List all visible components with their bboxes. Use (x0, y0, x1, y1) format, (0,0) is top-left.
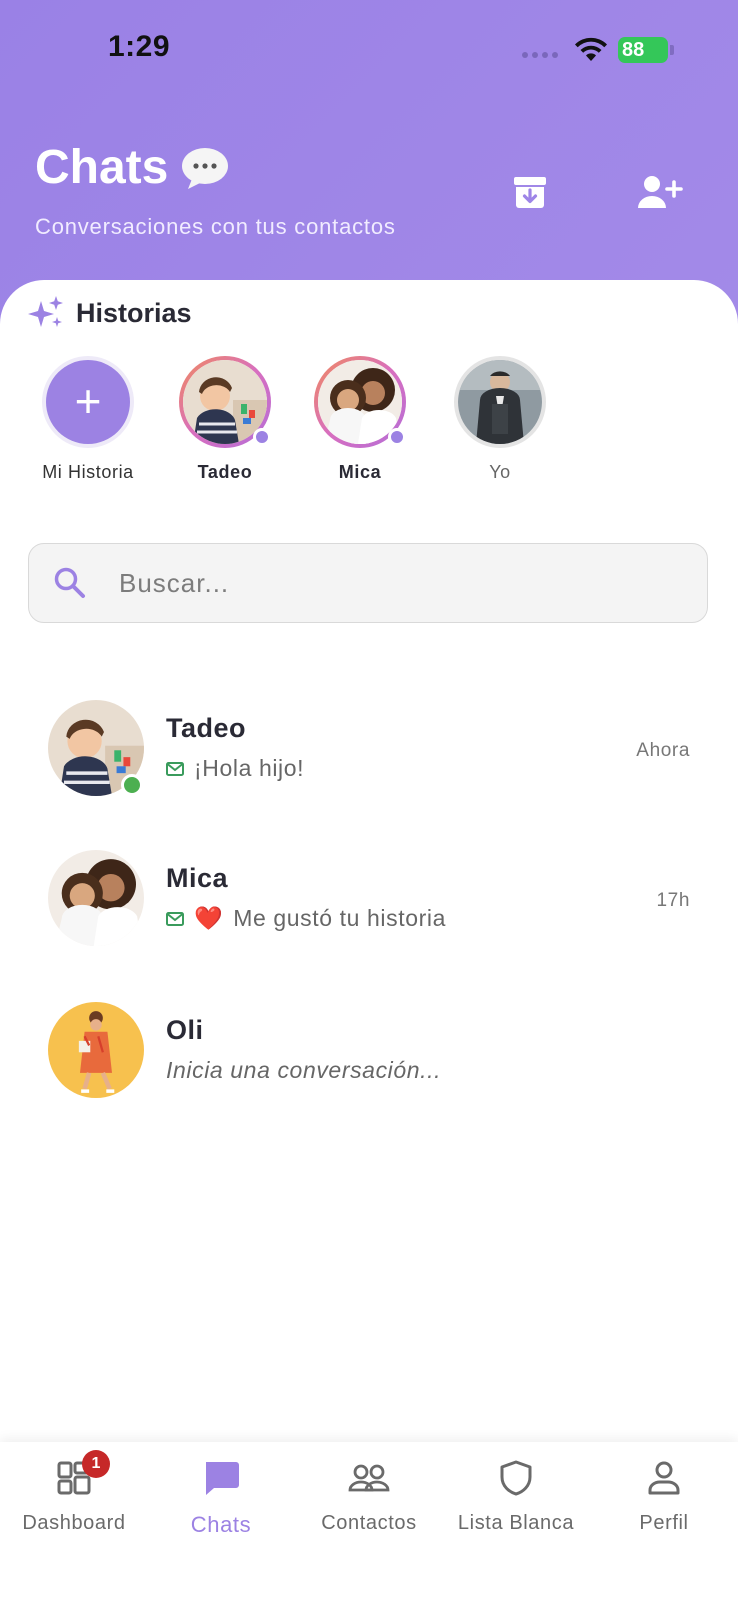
status-bar: 1:29 88 (0, 0, 738, 100)
chat-row-oli[interactable]: Oli Inicia una conversación... (0, 997, 738, 1107)
add-contact-button[interactable] (636, 170, 684, 214)
cellular-signal-icon (522, 52, 558, 58)
mail-icon (166, 761, 184, 776)
story-label: Yo (489, 462, 511, 482)
wifi-icon (575, 37, 607, 61)
chat-row-mica[interactable]: Mica ❤️ Me gustó tu historia 17h (0, 845, 738, 955)
page-title: Chats (35, 141, 169, 194)
unseen-story-dot (253, 428, 271, 446)
avatar (48, 850, 144, 946)
search-icon (54, 567, 85, 598)
chat-time: Ahora (636, 740, 690, 761)
chat-icon (206, 1462, 239, 1495)
notification-badge: 1 (82, 1450, 110, 1478)
shield-icon (500, 1460, 532, 1496)
archive-button[interactable] (506, 170, 554, 214)
story-label: Mi Historia (42, 462, 134, 482)
chat-preview: Inicia una conversación... (166, 1057, 441, 1084)
story-yo[interactable]: Yo (430, 356, 570, 483)
nav-contactos[interactable]: Contactos (295, 1456, 443, 1535)
nav-chats[interactable]: Chats (147, 1456, 295, 1538)
chat-preview-text: Me gustó tu historia (233, 905, 446, 931)
plus-icon: + (46, 360, 130, 444)
story-add[interactable]: + Mi Historia (18, 356, 158, 483)
heart-emoji: ❤️ (194, 905, 224, 931)
stories-title: Historias (76, 297, 192, 328)
nav-label: Chats (190, 1512, 252, 1537)
chat-row-tadeo[interactable]: Tadeo ¡Hola hijo! Ahora (0, 695, 738, 805)
stories-header: Historias (28, 295, 192, 331)
search-input[interactable] (117, 566, 661, 600)
contacts-icon (348, 1464, 390, 1492)
nav-label: Lista Blanca (457, 1512, 575, 1534)
story-avatar (458, 360, 542, 444)
unseen-story-dot (388, 428, 406, 446)
chat-name: Oli (166, 1015, 204, 1045)
bottom-navigation: 1 Dashboard Chats Contactos Lista Blanca… (0, 1442, 738, 1600)
battery-level: 88 (622, 39, 645, 61)
chat-name: Mica (166, 863, 229, 893)
avatar (48, 1002, 144, 1098)
battery-icon: 88 (618, 37, 674, 63)
chat-preview: ❤️ Me gustó tu historia (166, 905, 446, 932)
story-label: Tadeo (197, 462, 253, 482)
nav-lista-blanca[interactable]: Lista Blanca (442, 1456, 590, 1535)
page-subtitle: Conversaciones con tus contactos (35, 214, 396, 239)
nav-perfil[interactable]: Perfil (590, 1456, 738, 1535)
story-tadeo[interactable]: Tadeo (155, 356, 295, 483)
chat-name: Tadeo (166, 713, 247, 743)
nav-label: Dashboard (22, 1512, 126, 1534)
online-status-dot (121, 774, 143, 796)
add-user-icon (638, 176, 683, 208)
search-bar[interactable] (28, 543, 708, 623)
chat-preview-text: ¡Hola hijo! (194, 755, 305, 781)
chat-preview-text: Inicia una conversación... (166, 1057, 442, 1083)
chat-time: 17h (656, 890, 690, 911)
archive-icon (514, 177, 546, 208)
chat-bubble-icon (182, 147, 229, 189)
profile-icon (648, 1461, 680, 1495)
sparkles-icon (28, 296, 63, 327)
chat-preview: ¡Hola hijo! (166, 755, 304, 782)
status-time: 1:29 (108, 30, 171, 63)
story-mica[interactable]: Mica (290, 356, 430, 483)
nav-dashboard[interactable]: 1 Dashboard (0, 1450, 148, 1535)
story-label: Mica (338, 462, 382, 482)
mail-icon (166, 911, 184, 926)
nav-label: Perfil (639, 1512, 689, 1534)
nav-label: Contactos (321, 1512, 417, 1534)
